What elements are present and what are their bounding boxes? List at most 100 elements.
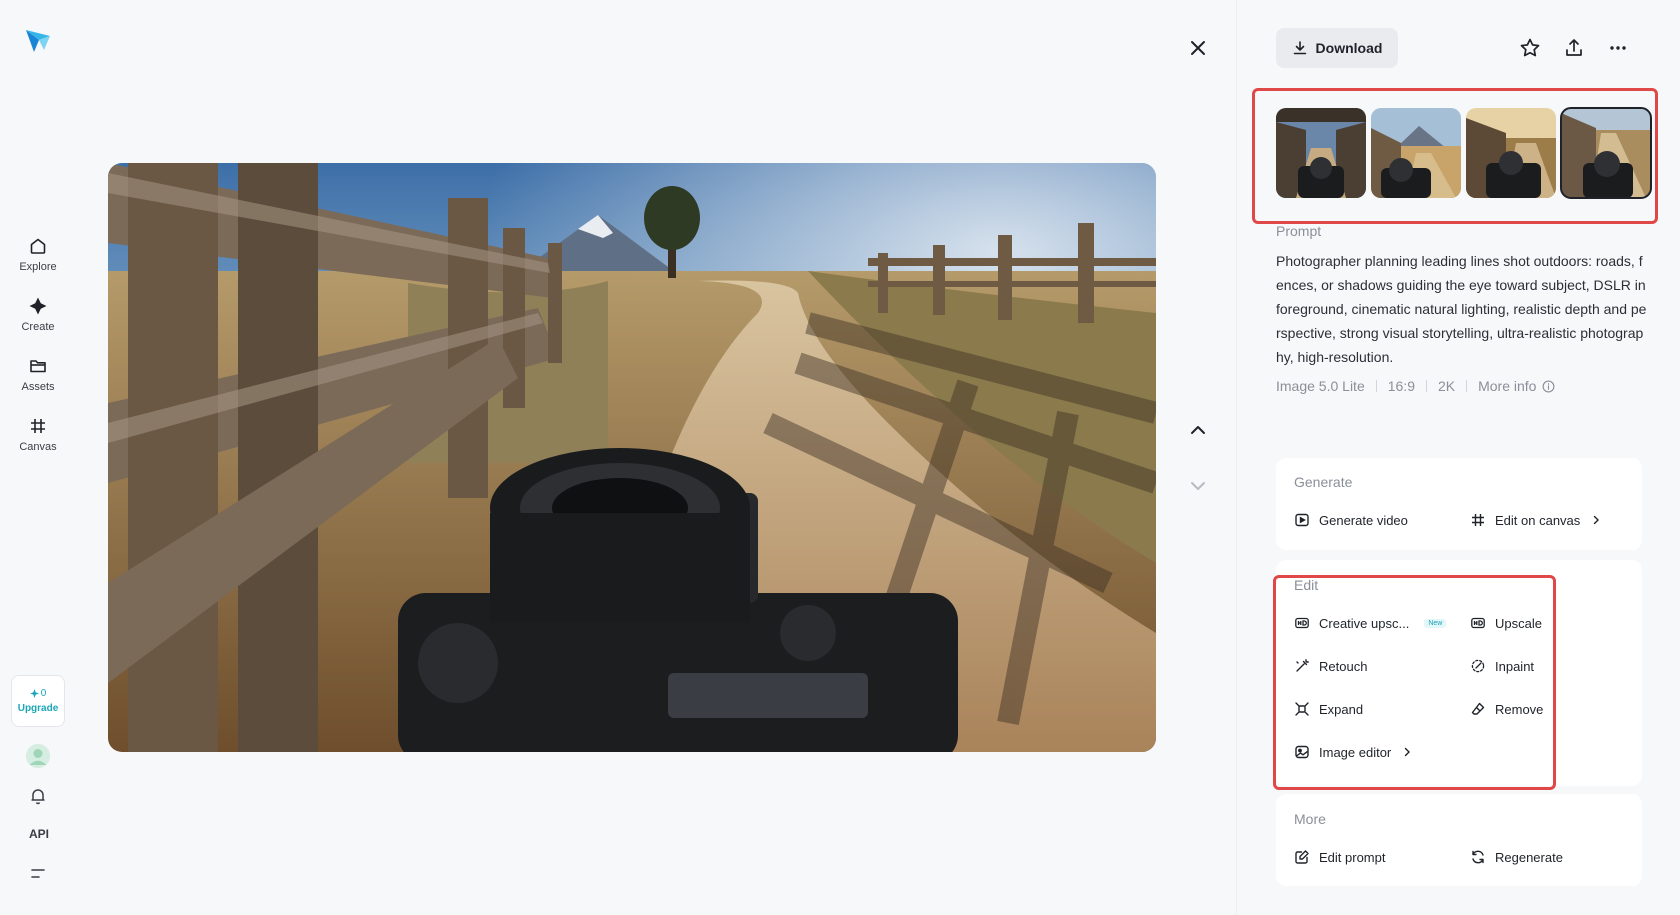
new-badge: New: [1424, 618, 1447, 628]
thumbnail-4-selected[interactable]: [1560, 107, 1652, 199]
expand-button[interactable]: Expand: [1294, 701, 1363, 717]
generate-title: Generate: [1294, 474, 1353, 490]
inpaint-brush-icon: [1471, 659, 1485, 673]
meta-separator: [1425, 380, 1427, 392]
meta-model: Image 5.0 Lite: [1276, 378, 1365, 394]
meta-separator: [1375, 380, 1377, 392]
edit-card: Edit Creative upsc... New Upscale Retouc…: [1276, 560, 1642, 786]
regenerate-label: Regenerate: [1495, 849, 1563, 865]
credits-count: 0: [29, 688, 47, 699]
edit-on-canvas-label: Edit on canvas: [1495, 512, 1581, 528]
image-editor-button[interactable]: Image editor: [1294, 744, 1412, 760]
more-card: More Edit prompt Regenerate: [1276, 794, 1642, 886]
app-logo[interactable]: [24, 26, 52, 54]
chevron-up-icon[interactable]: [1186, 418, 1210, 442]
credit-sparkle-icon: [29, 689, 39, 698]
canvas-grid-icon: [1472, 514, 1484, 526]
generate-video-button[interactable]: Generate video: [1294, 512, 1408, 528]
rail-item-assets[interactable]: Assets: [0, 344, 76, 404]
more-info-link[interactable]: More info: [1478, 378, 1555, 394]
left-rail: Explore Create Assets Canvas 0 Upgrade A…: [0, 0, 76, 915]
upscale-label: Upscale: [1495, 615, 1542, 631]
rail-nav: Explore Create Assets Canvas: [0, 224, 76, 464]
thumbnail-2[interactable]: [1371, 108, 1461, 198]
generated-photo: [108, 163, 1156, 752]
chevron-right-icon: [1405, 747, 1411, 757]
refresh-icon: [1472, 850, 1484, 864]
magic-wand-icon: [1296, 659, 1309, 672]
thumbnail-3[interactable]: [1466, 108, 1556, 198]
rail-label-create: Create: [21, 320, 55, 333]
download-icon: [1293, 41, 1306, 55]
close-icon[interactable]: [1186, 36, 1210, 60]
main-image: [108, 163, 1156, 752]
image-editor-icon: [1295, 745, 1309, 759]
edit-prompt-icon: [1295, 850, 1309, 864]
thumbnail-3-image: [1466, 108, 1556, 198]
grid-icon: [31, 418, 45, 433]
rail-item-canvas[interactable]: Canvas: [0, 404, 76, 464]
prompt-label: Prompt: [1276, 223, 1322, 239]
download-button[interactable]: Download: [1276, 28, 1398, 68]
thumbnail-1-image: [1276, 108, 1366, 198]
image-meta: Image 5.0 Lite 16:9 2K More info: [1276, 378, 1555, 394]
chevron-down-icon[interactable]: [1186, 474, 1210, 498]
edit-title: Edit: [1294, 577, 1319, 593]
image-editor-label: Image editor: [1319, 744, 1392, 760]
avatar[interactable]: [26, 744, 50, 768]
play-video-icon: [1295, 513, 1309, 527]
thumbnail-2-image: [1371, 108, 1461, 198]
credits-value: 0: [40, 688, 47, 699]
download-label: Download: [1315, 40, 1383, 56]
info-icon: [1543, 380, 1555, 392]
edit-prompt-label: Edit prompt: [1319, 849, 1386, 865]
creative-upscale-button[interactable]: Creative upsc... New: [1294, 615, 1447, 631]
more-info-label: More info: [1478, 378, 1537, 394]
upscale-button[interactable]: Upscale: [1470, 615, 1542, 631]
hd-icon: [1471, 617, 1485, 629]
regenerate-button[interactable]: Regenerate: [1470, 849, 1563, 865]
creative-upscale-label: Creative upsc...: [1319, 615, 1410, 631]
upgrade-button[interactable]: 0 Upgrade: [11, 675, 65, 727]
remove-label: Remove: [1495, 701, 1544, 717]
thumbnail-4-image: [1561, 108, 1651, 198]
share-icon[interactable]: [1562, 36, 1586, 60]
collapse-menu-icon[interactable]: [28, 866, 48, 882]
upgrade-label: Upgrade: [17, 703, 59, 714]
panel-divider: [1236, 0, 1237, 915]
meta-resolution: 2K: [1437, 378, 1456, 394]
star-icon[interactable]: [1518, 36, 1542, 60]
thumbnail-1[interactable]: [1276, 108, 1366, 198]
retouch-label: Retouch: [1319, 658, 1368, 674]
remove-button[interactable]: Remove: [1470, 701, 1543, 717]
hd-upscale-icon: [1295, 617, 1309, 629]
retouch-button[interactable]: Retouch: [1294, 658, 1367, 674]
meta-separator: [1466, 380, 1468, 392]
edit-prompt-button[interactable]: Edit prompt: [1294, 849, 1385, 865]
generate-card: Generate Generate video Edit on canvas: [1276, 458, 1642, 550]
details-panel: Download Prompt Photographer planning le…: [1252, 0, 1680, 915]
more-title: More: [1294, 811, 1326, 827]
rail-item-create[interactable]: Create: [0, 284, 76, 344]
edit-on-canvas-button[interactable]: Edit on canvas: [1470, 512, 1601, 528]
inpaint-label: Inpaint: [1495, 658, 1535, 674]
rail-item-explore[interactable]: Explore: [0, 224, 76, 284]
more-options-icon[interactable]: [1606, 36, 1630, 60]
expand-icon: [1295, 702, 1309, 716]
rail-label-explore: Explore: [19, 260, 57, 273]
rail-label-canvas: Canvas: [19, 440, 57, 453]
meta-ratio: 16:9: [1387, 378, 1415, 394]
avatar-icon: [26, 744, 50, 768]
chevron-right-icon: [1594, 515, 1600, 525]
generate-video-label: Generate video: [1319, 512, 1408, 528]
variant-thumbnails: [1276, 107, 1652, 199]
api-link[interactable]: API: [24, 827, 54, 841]
app-window: Explore Create Assets Canvas 0 Upgrade A…: [0, 0, 1680, 915]
bell-icon[interactable]: [28, 786, 48, 806]
expand-label: Expand: [1319, 701, 1364, 717]
rail-label-assets: Assets: [21, 380, 55, 393]
prompt-text: Photographer planning leading lines shot…: [1276, 253, 1647, 365]
eraser-icon: [1471, 702, 1485, 715]
sparkle-icon: [29, 297, 47, 314]
inpaint-button[interactable]: Inpaint: [1470, 658, 1534, 674]
